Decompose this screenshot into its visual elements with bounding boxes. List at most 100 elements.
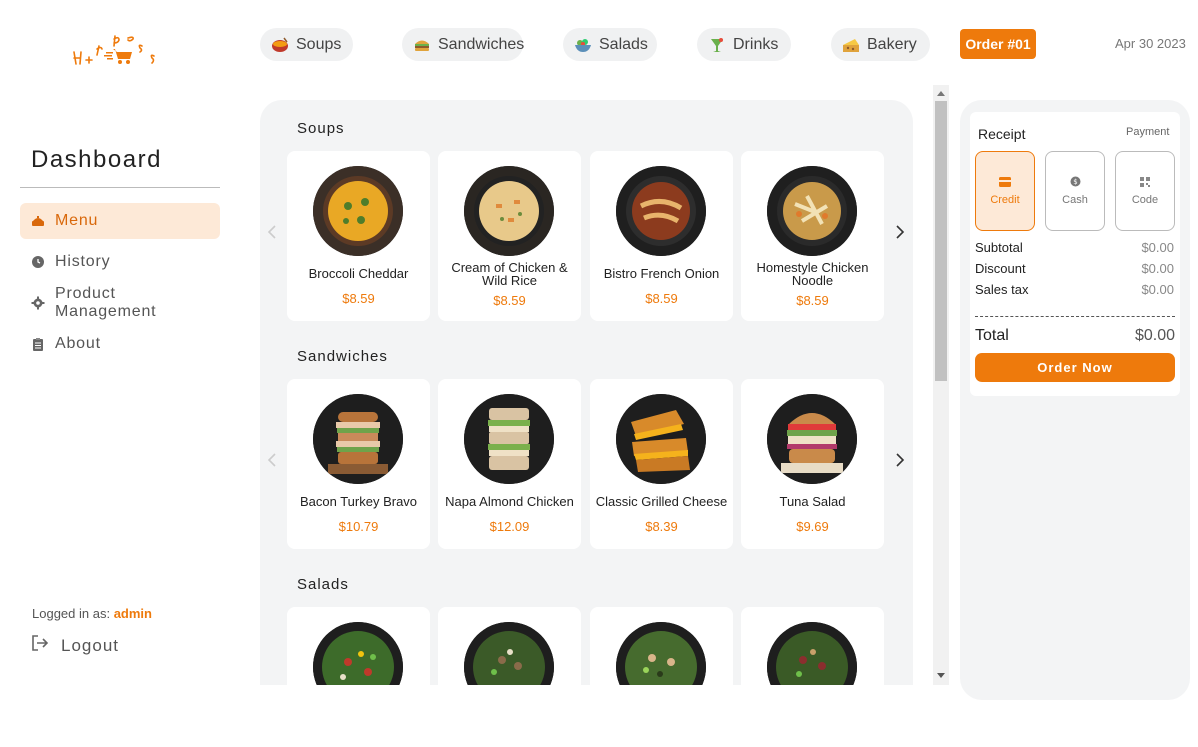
menu-item-price: $9.69	[796, 519, 829, 534]
order-now-button[interactable]: Order Now	[975, 353, 1175, 382]
food-image	[313, 394, 403, 484]
coin-icon: $	[1070, 176, 1081, 190]
sandwich-icon	[412, 35, 432, 55]
food-image	[464, 394, 554, 484]
menu-item-price: $8.59	[493, 293, 526, 308]
menu-scrollbar[interactable]	[933, 85, 949, 685]
brand-logo[interactable]	[68, 22, 168, 70]
discount-value: $0.00	[1141, 261, 1174, 276]
carousel-next-arrow[interactable]	[893, 450, 907, 470]
sales-tax-value: $0.00	[1141, 282, 1174, 297]
carousel-prev-arrow[interactable]	[265, 222, 279, 242]
section-title-soups: Soups	[297, 120, 345, 137]
menu-item-price: $12.09	[489, 519, 530, 534]
menu-panel: Soups Broccoli Cheddar $8.59 Cream of Ch…	[260, 100, 913, 685]
payment-code-button[interactable]: Code	[1115, 151, 1175, 231]
current-date: Apr 30 2023	[1115, 36, 1186, 51]
food-image	[616, 622, 706, 685]
category-pill-sandwiches[interactable]: Sandwiches	[402, 28, 525, 61]
menu-item-card[interactable]	[590, 607, 733, 685]
menu-item-card[interactable]: Bacon Turkey Bravo $10.79	[287, 379, 430, 549]
food-image	[464, 166, 554, 256]
discount-label: Discount	[975, 261, 1026, 276]
total-label: Total	[975, 327, 1009, 344]
app-window: Soups Sandwiches Salads Drinks Bakery Or…	[0, 0, 1198, 747]
food-image	[313, 622, 403, 685]
qr-code-icon	[1140, 176, 1150, 190]
food-image	[616, 166, 706, 256]
total-value: $0.00	[1134, 327, 1175, 344]
menu-item-card[interactable]	[287, 607, 430, 685]
sidebar-divider	[20, 187, 220, 188]
receipt-divider	[975, 316, 1175, 317]
category-pill-soups[interactable]: Soups	[260, 28, 354, 61]
salad-icon	[573, 35, 593, 55]
menu-item-name: Tuna Salad	[779, 494, 846, 509]
payment-label: Payment	[1126, 126, 1170, 138]
menu-item-name: Napa Almond Chicken	[445, 494, 574, 509]
food-image	[767, 166, 857, 256]
drink-icon	[707, 35, 727, 55]
menu-item-card[interactable]: Homestyle Chicken Noodle $8.59	[741, 151, 884, 321]
scroll-up-icon[interactable]	[933, 86, 949, 100]
menu-item-card[interactable]	[438, 607, 581, 685]
sidebar-item-label: History	[55, 253, 111, 270]
category-label: Salads	[599, 35, 648, 53]
sidebar-item-label: Product Management	[55, 285, 157, 320]
menu-item-price: $10.79	[338, 519, 379, 534]
menu-item-card[interactable]: Broccoli Cheddar $8.59	[287, 151, 430, 321]
sidebar-item-label: About	[55, 335, 101, 352]
logout-button[interactable]: Logout	[31, 634, 119, 657]
logout-icon	[31, 634, 49, 657]
section-title-salads: Salads	[297, 576, 349, 593]
logged-in-prefix: Logged in as:	[32, 606, 111, 621]
menu-item-name: Bistro French Onion	[603, 266, 720, 281]
menu-item-card[interactable]	[741, 607, 884, 685]
scroll-down-icon[interactable]	[933, 669, 949, 683]
sales-tax-label: Sales tax	[975, 282, 1029, 297]
sidebar-title: Dashboard	[31, 146, 162, 173]
category-pill-salads[interactable]: Salads	[563, 28, 657, 61]
logged-in-username: admin	[113, 606, 152, 621]
payment-method-label: Cash	[1062, 194, 1088, 206]
sidebar-item-menu[interactable]: Menu	[20, 203, 220, 239]
gear-icon	[31, 296, 45, 310]
food-image	[616, 394, 706, 484]
menu-item-card[interactable]: Classic Grilled Cheese $8.39	[590, 379, 733, 549]
payment-method-label: Code	[1131, 193, 1159, 206]
category-label: Sandwiches	[438, 35, 525, 53]
menu-item-card[interactable]: Tuna Salad $9.69	[741, 379, 884, 549]
history-icon	[31, 255, 45, 269]
category-label: Soups	[296, 35, 342, 53]
logged-in-status: Logged in as: admin	[32, 606, 152, 621]
logout-label: Logout	[61, 635, 119, 655]
sidebar-item-history[interactable]: History	[20, 244, 220, 280]
carousel-next-arrow[interactable]	[893, 222, 907, 242]
menu-item-price: $8.39	[645, 519, 678, 534]
sidebar-item-product-management[interactable]: Product Management	[20, 285, 220, 321]
soup-bowl-icon	[270, 35, 290, 55]
sidebar-item-about[interactable]: About	[20, 326, 220, 362]
category-pill-bakery[interactable]: Bakery	[831, 28, 930, 61]
menu-item-card[interactable]: Napa Almond Chicken $12.09	[438, 379, 581, 549]
sidebar-item-label: Menu	[55, 212, 99, 229]
category-label: Bakery	[867, 35, 917, 53]
menu-item-card[interactable]: Bistro French Onion $8.59	[590, 151, 733, 321]
payment-cash-button[interactable]: $ Cash	[1045, 151, 1105, 231]
menu-item-card[interactable]: Cream of Chicken & Wild Rice $8.59	[438, 151, 581, 321]
menu-item-name: Cream of Chicken & Wild Rice	[451, 260, 568, 288]
payment-method-label: Credit	[990, 193, 1020, 206]
credit-card-icon	[999, 176, 1011, 190]
food-image	[767, 394, 857, 484]
section-title-sandwiches: Sandwiches	[297, 348, 388, 365]
carousel-prev-arrow[interactable]	[265, 450, 279, 470]
category-pill-drinks[interactable]: Drinks	[697, 28, 791, 61]
menu-item-name: Broccoli Cheddar	[308, 266, 409, 281]
menu-item-price: $8.59	[342, 291, 375, 306]
food-image	[313, 166, 403, 256]
menu-item-name: Homestyle Chicken Noodle	[756, 260, 869, 288]
payment-credit-button[interactable]: Credit	[975, 151, 1035, 231]
scrollbar-thumb[interactable]	[935, 101, 947, 381]
receipt-title: Receipt	[978, 126, 1026, 142]
clipboard-icon	[31, 337, 45, 351]
